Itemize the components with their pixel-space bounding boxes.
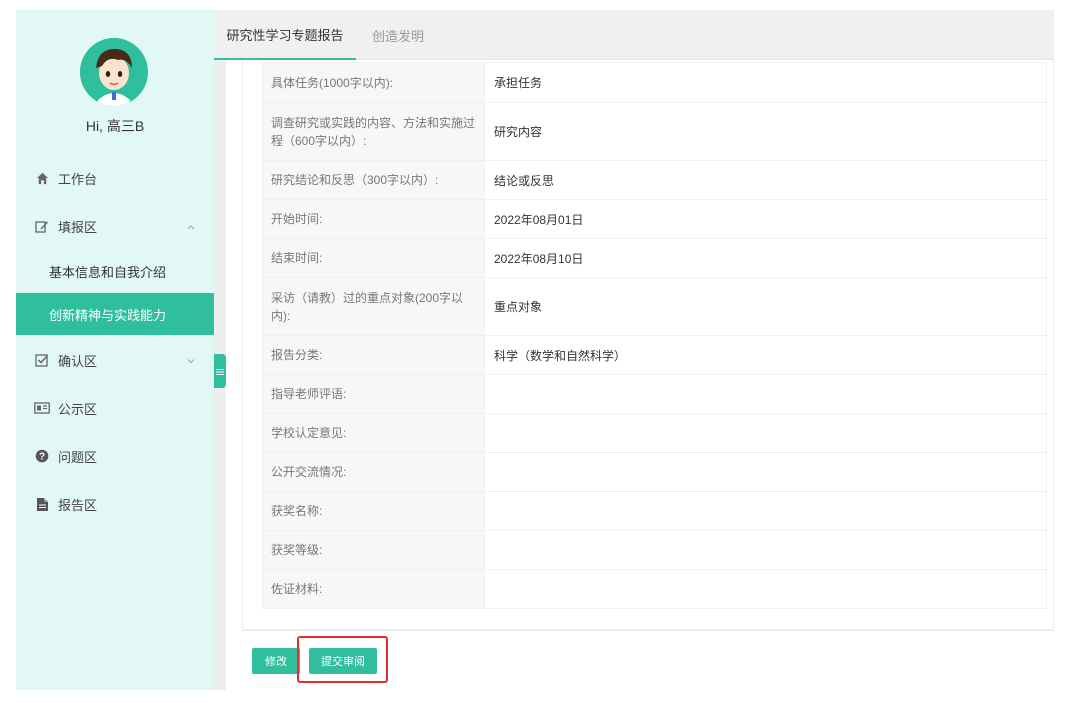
row-label: 研究结论和反思（300字以内）: (262, 160, 485, 200)
row-label: 指导老师评语: (262, 374, 485, 414)
row-value (484, 413, 1047, 453)
nav-report-section-label: 报告区 (58, 497, 98, 513)
sidebar: Hi, 高三B 工作台 填报区 基本信息和自我介绍 创新精神与实践能力 确认区 (16, 10, 214, 690)
nav-confirm-section-label: 确认区 (58, 353, 98, 369)
nav-confirm-section[interactable]: 确认区 (16, 340, 214, 380)
check-square-icon (34, 352, 50, 368)
table-row: 研究结论和反思（300字以内）: 结论或反思 (262, 160, 1047, 200)
nav-innovation-practice-label: 创新精神与实践能力 (49, 307, 167, 323)
table-row: 结束时间: 2022年08月10日 (262, 238, 1047, 278)
edit-icon (34, 218, 50, 234)
tab-research-report[interactable]: 研究性学习专题报告 (214, 10, 356, 60)
row-value: 承担任务 (484, 62, 1047, 103)
nav-basic-info[interactable]: 基本信息和自我介绍 (16, 250, 214, 292)
nav-workbench[interactable]: 工作台 (16, 158, 214, 198)
nav-workbench-label: 工作台 (58, 171, 98, 187)
nav-question-section[interactable]: ? 问题区 (16, 436, 214, 476)
detail-table: 具体任务(1000字以内): 承担任务 调查研究或实践的内容、方法和实施过程（60… (262, 62, 1047, 609)
table-row: 采访（请教）过的重点对象(200字以内): 重点对象 (262, 277, 1047, 336)
row-value (484, 530, 1047, 570)
row-label: 报告分类: (262, 335, 485, 375)
table-row: 公开交流情况: (262, 452, 1047, 492)
detail-panel: 具体任务(1000字以内): 承担任务 调查研究或实践的内容、方法和实施过程（60… (242, 60, 1054, 630)
chevron-up-icon (186, 220, 196, 230)
question-circle-icon: ? (34, 448, 50, 464)
row-label: 公开交流情况: (262, 452, 485, 492)
home-icon (34, 170, 50, 186)
table-row: 指导老师评语: (262, 374, 1047, 414)
file-icon (34, 496, 50, 512)
tab-bar: 研究性学习专题报告 创造发明 (214, 10, 1054, 60)
row-value: 科学（数学和自然科学） (484, 335, 1047, 375)
row-label: 具体任务(1000字以内): (262, 62, 485, 103)
row-label: 采访（请教）过的重点对象(200字以内): (262, 277, 485, 336)
table-row: 佐证材料: (262, 569, 1047, 609)
row-label: 结束时间: (262, 238, 485, 278)
chevron-down-icon (186, 354, 196, 364)
row-label: 学校认定意见: (262, 413, 485, 453)
menu-lines-icon (216, 364, 224, 379)
tab-invention[interactable]: 创造发明 (372, 10, 424, 60)
row-value (484, 452, 1047, 492)
row-label: 获奖名称: (262, 491, 485, 531)
nav-basic-info-label: 基本信息和自我介绍 (49, 264, 167, 280)
row-value (484, 569, 1047, 609)
row-value: 研究内容 (484, 102, 1047, 161)
nav-question-section-label: 问题区 (58, 449, 98, 465)
table-row: 报告分类: 科学（数学和自然科学） (262, 335, 1047, 375)
row-value: 结论或反思 (484, 160, 1047, 200)
nav-report-section[interactable]: 报告区 (16, 484, 214, 524)
nav-fill-section-label: 填报区 (58, 219, 98, 235)
table-row: 开始时间: 2022年08月01日 (262, 199, 1047, 239)
table-row: 调查研究或实践的内容、方法和实施过程（600字以内）: 研究内容 (262, 102, 1047, 161)
row-value (484, 374, 1047, 414)
table-row: 获奖名称: (262, 491, 1047, 531)
user-greeting: Hi, 高三B (85, 118, 145, 134)
nav-fill-section[interactable]: 填报区 (16, 206, 214, 246)
id-card-icon (34, 400, 50, 416)
nav-public-section-label: 公示区 (58, 401, 98, 417)
nav-public-section[interactable]: 公示区 (16, 388, 214, 428)
table-row: 获奖等级: (262, 530, 1047, 570)
submit-highlight-box (297, 636, 388, 683)
row-value: 重点对象 (484, 277, 1047, 336)
svg-text:?: ? (39, 452, 45, 463)
nav-innovation-practice[interactable]: 创新精神与实践能力 (16, 293, 214, 335)
sidebar-collapse-toggle[interactable] (214, 354, 226, 388)
row-label: 获奖等级: (262, 530, 485, 570)
row-value (484, 491, 1047, 531)
row-label: 开始时间: (262, 199, 485, 239)
table-row: 学校认定意见: (262, 413, 1047, 453)
row-value: 2022年08月01日 (484, 199, 1047, 239)
edit-button[interactable]: 修改 (252, 648, 300, 674)
content-divider (242, 630, 1054, 631)
row-label: 佐证材料: (262, 569, 485, 609)
table-row: 具体任务(1000字以内): 承担任务 (262, 62, 1047, 103)
row-value: 2022年08月10日 (484, 238, 1047, 278)
avatar (80, 38, 148, 106)
row-label: 调查研究或实践的内容、方法和实施过程（600字以内）: (262, 102, 485, 161)
